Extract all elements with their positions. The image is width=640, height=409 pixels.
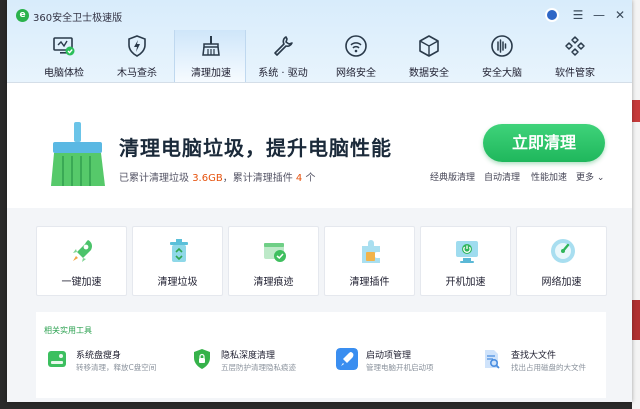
app-window: e 360安全卫士极速版 ☰ — ✕ 电脑体检 木马查杀 清理加速 系统 · 驱… xyxy=(7,0,632,402)
nav-label: 网络安全 xyxy=(336,68,376,79)
plugin-icon xyxy=(362,240,380,263)
minimize-button[interactable]: — xyxy=(590,6,608,24)
trace-icon xyxy=(264,243,286,262)
power-icon xyxy=(456,241,478,263)
tool-title: 系统盘瘦身 xyxy=(76,351,122,361)
nav-item-data-security[interactable]: 数据安全 xyxy=(393,30,465,82)
avatar[interactable] xyxy=(545,8,559,22)
tile-label: 开机加速 xyxy=(445,277,486,288)
tile-clean-traces[interactable]: 清理痕迹 xyxy=(228,226,319,296)
plugin-count: 4 xyxy=(295,173,303,184)
trash-icon xyxy=(170,239,188,262)
nav-item-pc-checkup[interactable]: 电脑体检 xyxy=(28,30,100,82)
tool-find-large-files[interactable]: 查找大文件 找出占用磁盘的大文件 xyxy=(481,348,621,378)
link-more[interactable]: 更多 ⌄ xyxy=(576,170,604,183)
nav-item-security-brain[interactable]: 安全大脑 xyxy=(466,30,538,82)
tool-desc: 五层防护清理隐私痕迹 xyxy=(221,363,296,372)
main-nav: 电脑体检 木马查杀 清理加速 系统 · 驱动 网络安全 数据安全 安全大脑 软件… xyxy=(7,30,632,82)
link-auto-cleanup[interactable]: 自动清理 xyxy=(484,170,520,183)
shield-bolt-icon xyxy=(128,35,146,57)
tool-title: 查找大文件 xyxy=(511,351,557,361)
tile-label: 清理插件 xyxy=(349,277,390,288)
hero-panel: 清理电脑垃圾，提升电脑性能 已累计清理垃圾 3.6GB，累计清理插件 4 个 立… xyxy=(7,83,632,208)
nav-label: 系统 · 驱动 xyxy=(258,68,308,79)
tool-privacy-deep-clean[interactable]: 隐私深度清理 五层防护清理隐私痕迹 xyxy=(191,348,331,378)
tool-system-disk-slim[interactable]: 系统盘瘦身 转移清理，释放C盘空间 xyxy=(46,348,186,378)
cleaned-size: 3.6GB xyxy=(192,173,223,184)
link-performance-boost[interactable]: 性能加速 xyxy=(531,170,567,183)
wifi-icon xyxy=(345,35,367,57)
nav-label: 木马查杀 xyxy=(117,68,157,79)
tool-startup-manager[interactable]: 启动项管理 管理电脑开机启动项 xyxy=(336,348,476,378)
nav-item-system-driver[interactable]: 系统 · 驱动 xyxy=(247,30,319,82)
close-button[interactable]: ✕ xyxy=(611,6,629,24)
tile-label: 网络加速 xyxy=(541,277,582,288)
nav-item-network-security[interactable]: 网络安全 xyxy=(320,30,392,82)
tile-clean-junk[interactable]: 清理垃圾 xyxy=(132,226,223,296)
tile-clean-plugins[interactable]: 清理插件 xyxy=(324,226,415,296)
brain-icon xyxy=(491,35,513,57)
tool-title: 启动项管理 xyxy=(366,351,412,361)
clean-now-button[interactable]: 立即清理 xyxy=(483,124,605,162)
summary-suffix: 个 xyxy=(305,173,316,184)
tool-desc: 找出占用磁盘的大文件 xyxy=(511,363,586,372)
app-logo-icon: e xyxy=(16,9,29,22)
nav-label: 清理加速 xyxy=(191,68,231,79)
nav-label: 电脑体检 xyxy=(44,68,84,79)
tile-one-click-boost[interactable]: 一键加速 xyxy=(36,226,127,296)
tool-desc: 管理电脑开机启动项 xyxy=(366,363,434,372)
nav-label: 安全大脑 xyxy=(482,68,522,79)
tool-title: 隐私深度清理 xyxy=(221,351,276,361)
privacy-shield-icon xyxy=(194,349,210,369)
main-content: 清理电脑垃圾，提升电脑性能 已累计清理垃圾 3.6GB，累计清理插件 4 个 立… xyxy=(7,83,632,402)
nav-label: 软件管家 xyxy=(555,68,595,79)
apps-icon xyxy=(565,36,585,56)
broom-icon xyxy=(202,36,220,56)
nav-item-trojan-scan[interactable]: 木马查杀 xyxy=(101,30,173,82)
cube-icon xyxy=(419,35,439,57)
tool-desc: 转移清理，释放C盘空间 xyxy=(76,363,157,372)
quick-tools: 一键加速 清理垃圾 清理痕迹 清理插件 开机加速 网络加速 xyxy=(36,226,607,296)
title-bar: e 360安全卫士极速版 ☰ — ✕ xyxy=(7,0,632,30)
menu-button[interactable]: ☰ xyxy=(569,6,587,24)
tile-label: 一键加速 xyxy=(61,277,102,288)
broom-illustration-icon xyxy=(51,122,105,186)
tile-label: 清理痕迹 xyxy=(253,277,294,288)
tile-label: 清理垃圾 xyxy=(157,277,198,288)
cleanup-summary: 已累计清理垃圾 3.6GB，累计清理插件 4 个 xyxy=(119,169,315,184)
nav-label: 数据安全 xyxy=(409,68,449,79)
speedometer-icon xyxy=(551,239,575,263)
top-bar: e 360安全卫士极速版 ☰ — ✕ 电脑体检 木马查杀 清理加速 系统 · 驱… xyxy=(7,0,632,83)
rocket-icon xyxy=(73,240,92,262)
disk-icon xyxy=(48,351,66,367)
nav-item-cleanup[interactable]: 清理加速 xyxy=(174,30,246,82)
nav-item-software-manager[interactable]: 软件管家 xyxy=(539,30,611,82)
startup-rocket-icon xyxy=(336,348,358,370)
tools-section-title: 相关实用工具 xyxy=(44,326,92,335)
monitor-check-icon xyxy=(53,37,75,56)
hero-headline: 清理电脑垃圾，提升电脑性能 xyxy=(119,136,392,160)
utility-tools-panel: 相关实用工具 系统盘瘦身 转移清理，释放C盘空间 隐私深度清理 五层防护清理隐私… xyxy=(36,312,606,398)
summary-middle: ，累计清理插件 xyxy=(222,173,293,184)
app-title: 360安全卫士极速版 xyxy=(33,13,123,24)
tile-boot-boost[interactable]: 开机加速 xyxy=(420,226,511,296)
chevron-down-icon: ⌄ xyxy=(596,173,605,183)
tile-network-boost[interactable]: 网络加速 xyxy=(516,226,607,296)
link-more-label: 更多 xyxy=(576,173,595,183)
wrench-icon xyxy=(274,36,293,56)
link-classic-cleanup[interactable]: 经典版清理 xyxy=(430,170,475,183)
summary-prefix: 已累计清理垃圾 xyxy=(119,173,189,184)
file-search-icon xyxy=(485,350,500,369)
background-app-strip xyxy=(632,0,640,409)
